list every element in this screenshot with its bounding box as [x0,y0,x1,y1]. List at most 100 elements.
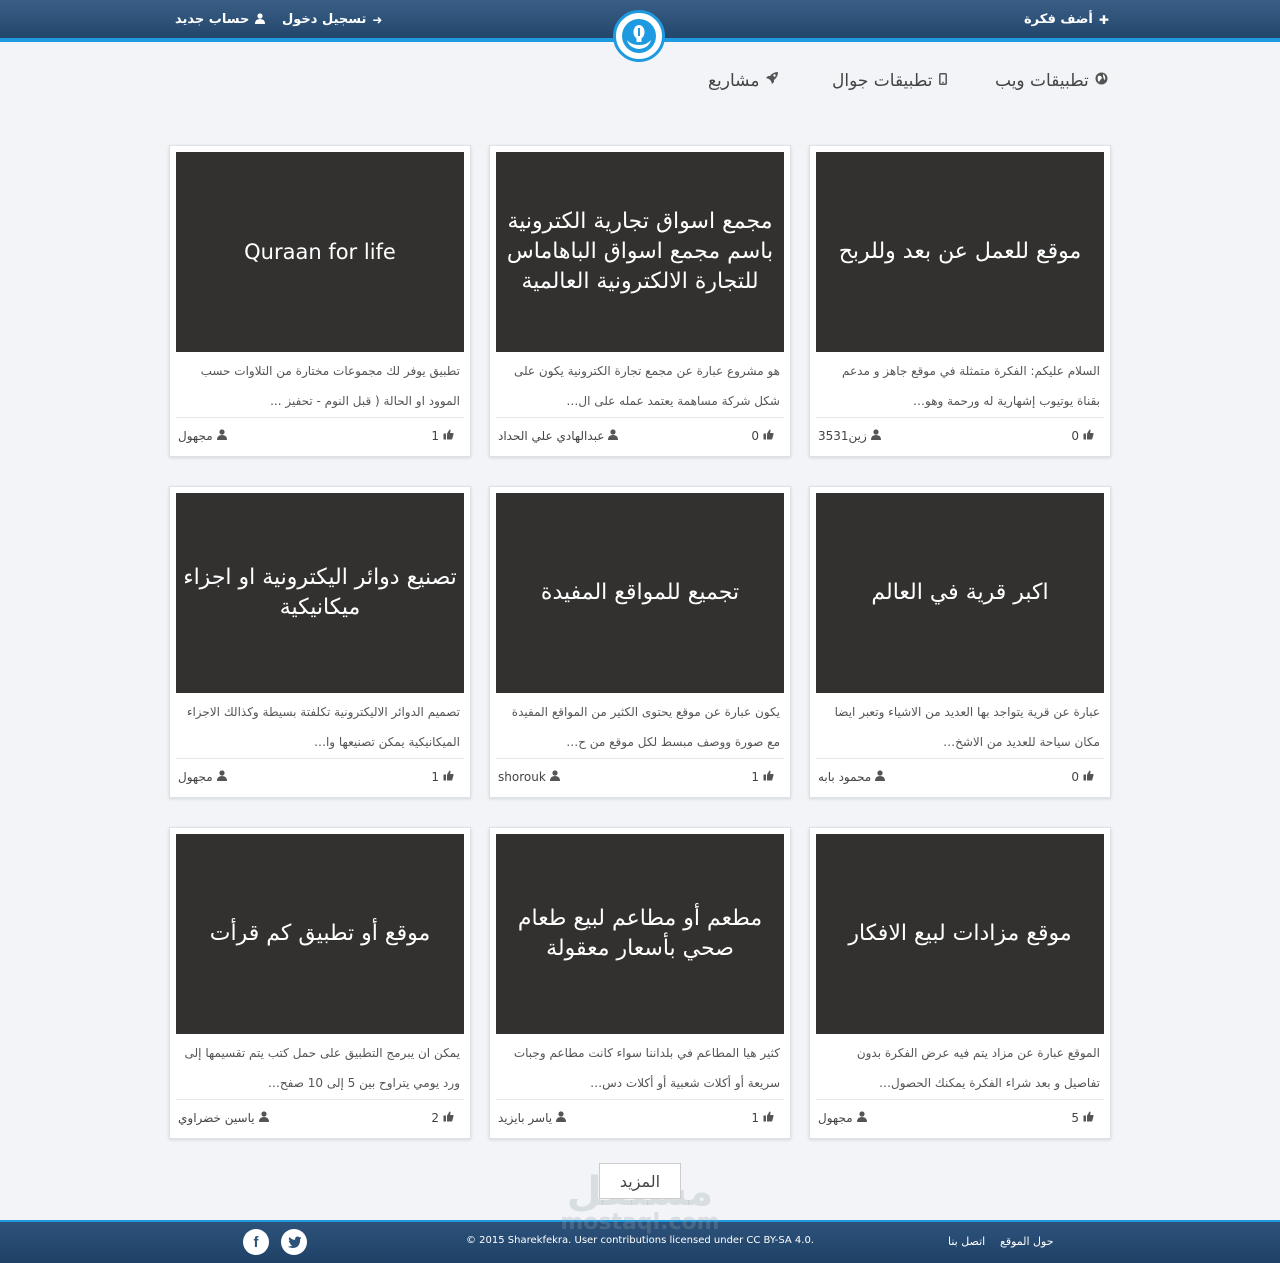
idea-card-title: موقع أو تطبيق كم قرأت [209,921,431,946]
idea-card-title: اكبر قرية في العالم [871,580,1049,605]
web-apps-label: تطبيقات ويب [995,71,1089,91]
idea-card-author[interactable]: زين3531 [818,429,881,443]
idea-card-likes[interactable]: 1 [751,770,774,784]
register-label: حساب جديد [175,12,250,27]
contact-link[interactable]: اتصل بنا [948,1235,985,1248]
user-icon [216,429,227,443]
thumbs-up-icon [763,770,774,784]
idea-card-title: موقع للعمل عن بعد وللربح [838,239,1082,264]
add-idea-button[interactable]: ✚ أضف فكرة [1024,10,1109,30]
idea-card-thumbnail[interactable]: تجميع للمواقع المفيدة [496,493,784,693]
likes-count: 1 [431,429,439,443]
idea-card[interactable]: Quraan for life تطبيق يوفر لك مجموعات مخت… [169,145,471,457]
idea-card-description: يمكن ان يبرمج التطبيق على حمل كتب يتم تق… [184,1046,460,1090]
idea-card-author[interactable]: مجهول [818,1111,867,1125]
about-link[interactable]: حول الموقع [1000,1235,1054,1248]
idea-card-author[interactable]: عبدالهادي علي الحداد [498,429,619,443]
author-name: ياسر بايزيد [498,1111,553,1125]
author-name: مجهول [818,1111,853,1125]
twitter-link[interactable] [281,1229,307,1255]
thumbs-up-icon [1083,1111,1094,1125]
idea-card[interactable]: اكبر قرية في العالم عبارة عن قرية يتواجد … [809,486,1111,798]
idea-card-description: تصميم الدوائر الاليكترونية تكلفتة بسيطة … [186,705,460,749]
idea-card-divider [496,417,784,418]
idea-card-author[interactable]: مجهول [178,429,227,443]
author-name: محمود بابه [818,770,872,784]
author-name: عبدالهادي علي الحداد [498,429,605,443]
author-name: ياسين خضراوي [178,1111,255,1125]
projects-label: مشاريع [708,71,760,91]
register-link[interactable]: حساب جديد [175,10,266,30]
idea-card-description: كثير هيا المطاعم في بلداننا سواء كانت مط… [513,1046,780,1090]
idea-card-author[interactable]: ياسر بايزيد [498,1111,567,1125]
sign-in-icon: ➜ [372,13,383,27]
author-name: زين3531 [818,429,867,443]
mobile-icon [938,68,947,94]
likes-count: 0 [1071,770,1079,784]
tab-mobile-apps[interactable]: تطبيقات جوال [832,68,947,94]
idea-card-thumbnail[interactable]: موقع للعمل عن بعد وللربح [816,152,1104,352]
idea-card-divider [176,1099,464,1100]
login-link[interactable]: ➜ تسجيل دخول [282,10,382,30]
idea-card-title: مطعم أو مطاعم لبيع طعام صحي بأسعار معقول… [517,906,763,961]
idea-card-likes[interactable]: 2 [431,1111,454,1125]
idea-card-title: تصنيع دوائر اليكترونية او اجزاء ميكانيكي… [183,565,457,620]
idea-card[interactable]: تصنيع دوائر اليكترونية او اجزاء ميكانيكي… [169,486,471,798]
idea-card-thumbnail[interactable]: مجمع اسواق تجارية الكترونية باسم مجمع اس… [496,152,784,352]
idea-card-author[interactable]: shorouk [498,770,560,784]
idea-card-title: موقع مزادات لبيع الافكار [848,921,1072,946]
user-icon [875,770,886,784]
likes-count: 1 [431,770,439,784]
user-icon [608,429,619,443]
idea-card-likes[interactable]: 1 [431,770,454,784]
user-icon [216,770,227,784]
idea-card-description: السلام عليكم: الفكرة متمثلة في موقع جاهز… [842,364,1100,408]
user-icon [870,429,881,443]
idea-card[interactable]: موقع للعمل عن بعد وللربح السلام عليكم: ال… [809,145,1111,457]
thumbs-up-icon [443,1111,454,1125]
thumbs-up-icon [1083,770,1094,784]
lightbulb-hands-icon [622,19,656,53]
idea-card-thumbnail[interactable]: مطعم أو مطاعم لبيع طعام صحي بأسعار معقول… [496,834,784,1034]
author-name: shorouk [498,770,546,784]
facebook-link[interactable]: f [243,1229,269,1255]
idea-card-likes[interactable]: 0 [1071,429,1094,443]
idea-card-likes[interactable]: 5 [1071,1111,1094,1125]
idea-card-divider [816,758,1104,759]
idea-card-likes[interactable]: 0 [751,429,774,443]
idea-card[interactable]: مجمع اسواق تجارية الكترونية باسم مجمع اس… [489,145,791,457]
idea-card[interactable]: موقع مزادات لبيع الافكار الموقع عبارة عن … [809,827,1111,1139]
idea-card-author[interactable]: مجهول [178,770,227,784]
thumbs-up-icon [443,770,454,784]
plus-icon: ✚ [1098,13,1109,27]
tab-web-apps[interactable]: تطبيقات ويب [995,68,1108,94]
idea-card-thumbnail[interactable]: تصنيع دوائر اليكترونية او اجزاء ميكانيكي… [176,493,464,693]
idea-card[interactable]: تجميع للمواقع المفيدة يكون عبارة عن موقع … [489,486,791,798]
site-logo[interactable] [613,10,665,62]
likes-count: 0 [751,429,759,443]
user-icon [856,1111,867,1125]
load-more-button[interactable]: المزيد [599,1163,681,1199]
idea-card-divider [176,417,464,418]
idea-card-thumbnail[interactable]: موقع مزادات لبيع الافكار [816,834,1104,1034]
login-label: تسجيل دخول [282,12,367,27]
author-name: مجهول [178,429,213,443]
tab-projects[interactable]: مشاريع [708,68,779,94]
idea-card-thumbnail[interactable]: اكبر قرية في العالم [816,493,1104,693]
idea-card-thumbnail[interactable]: موقع أو تطبيق كم قرأت [176,834,464,1034]
user-icon [549,770,560,784]
thumbs-up-icon [763,429,774,443]
watermark-line2: mostaql.com [560,1210,720,1235]
idea-card-likes[interactable]: 1 [431,429,454,443]
thumbs-up-icon [1083,429,1094,443]
user-icon [258,1111,269,1125]
idea-card[interactable]: مطعم أو مطاعم لبيع طعام صحي بأسعار معقول… [489,827,791,1139]
idea-card-author[interactable]: ياسين خضراوي [178,1111,269,1125]
idea-card-thumbnail[interactable]: Quraan for life [176,152,464,352]
idea-card[interactable]: موقع أو تطبيق كم قرأت يمكن ان يبرمج التطب… [169,827,471,1139]
idea-card-likes[interactable]: 1 [751,1111,774,1125]
idea-card-author[interactable]: محمود بابه [818,770,886,784]
idea-card-likes[interactable]: 0 [1071,770,1094,784]
add-idea-label: أضف فكرة [1024,12,1093,27]
likes-count: 1 [751,1111,759,1125]
